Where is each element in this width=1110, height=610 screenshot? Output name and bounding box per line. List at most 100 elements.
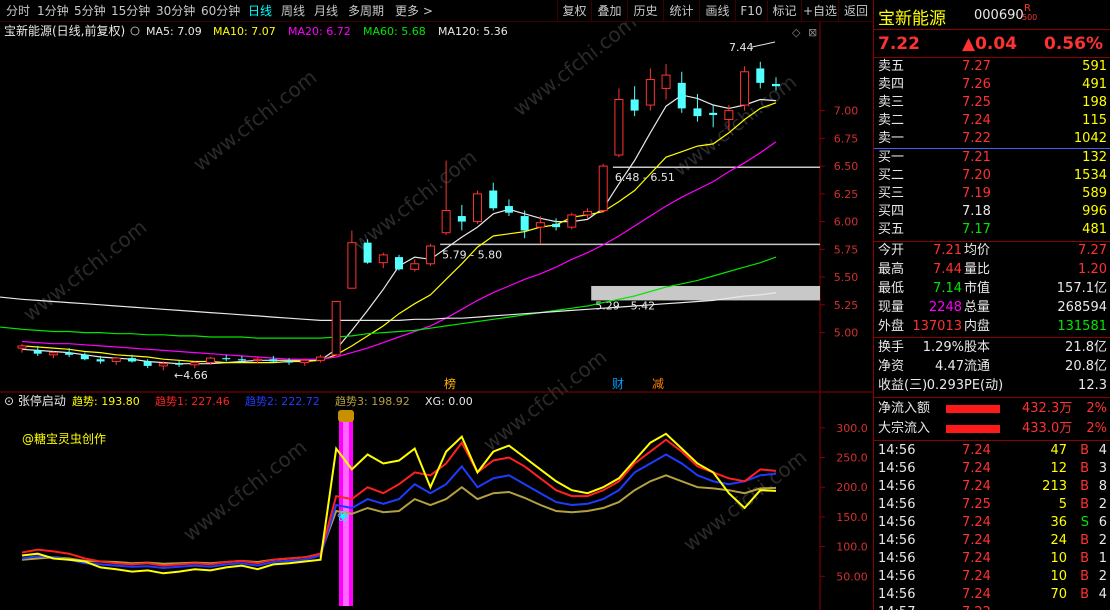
bid-row: 买五 7.17 481 xyxy=(874,221,1110,239)
stat-value: 7.27 xyxy=(1078,243,1107,258)
candle-body-down xyxy=(489,190,498,209)
mark-button[interactable]: 标记 xyxy=(767,0,801,22)
overlay-button[interactable]: 叠加 xyxy=(591,0,627,22)
author-credit: @糖宝灵虫创作 xyxy=(22,431,106,446)
flow-label: 大宗流入 xyxy=(878,421,931,436)
indicator-tick-label: 200.0 xyxy=(836,481,868,494)
event-finance-badge[interactable]: 财 xyxy=(612,377,624,391)
stat-row: 今开 7.21 均价 7.27 xyxy=(874,242,1110,260)
candle-body-down xyxy=(552,223,561,228)
add-watchlist-button[interactable]: +自选 xyxy=(801,0,838,22)
stat-label: 外盘 xyxy=(878,319,905,334)
stat-value: 7.44 xyxy=(933,262,962,277)
price-tick-label: 5.00 xyxy=(834,327,859,340)
price-tick-label: 6.25 xyxy=(834,188,859,201)
candle-body-up xyxy=(567,214,577,228)
divider xyxy=(874,337,1110,338)
watermark-text: www.cfchi.com xyxy=(348,145,481,256)
bid-level-label: 买五 xyxy=(878,222,905,237)
low-price-label: ←4.66 xyxy=(174,369,208,382)
tick-count: 3 xyxy=(1098,461,1107,476)
stat-row: 现量 2248 总量 268594 xyxy=(874,299,1110,317)
event-reduce-badge[interactable]: 减 xyxy=(652,377,664,391)
indicator-line xyxy=(21,438,777,567)
candle-body-up xyxy=(740,71,750,106)
tab-monthly[interactable]: 月线 xyxy=(314,3,338,19)
tick-time: 14:56 xyxy=(878,551,916,566)
tab-intraday[interactable]: 分时 xyxy=(6,3,30,19)
tick-volume: 213 xyxy=(1042,479,1067,494)
ask-row: 卖二 7.24 115 xyxy=(874,112,1110,130)
candle-body-up xyxy=(425,245,435,265)
stats-button[interactable]: 统计 xyxy=(663,0,699,22)
f10-button[interactable]: F10 xyxy=(735,0,767,22)
bid-price: 7.18 xyxy=(962,204,991,219)
tab-5min[interactable]: 5分钟 xyxy=(74,3,106,19)
bid-volume: 132 xyxy=(1082,150,1107,165)
candle-body-up xyxy=(661,74,671,89)
stat-value: 4.47 xyxy=(935,359,964,374)
watermark-text: www.cfchi.com xyxy=(678,445,811,556)
flow-value: 433.0万 xyxy=(1022,421,1073,436)
candle-body-down xyxy=(677,82,686,109)
stat-label: 今开 xyxy=(878,243,905,258)
divider xyxy=(874,397,1110,398)
candle-body-down xyxy=(693,108,702,117)
watermark-text: www.cfchi.com xyxy=(188,65,321,176)
tick-count: 8 xyxy=(1098,479,1107,494)
stock-code: 000690 xyxy=(974,8,1024,23)
stat-value: 268594 xyxy=(1057,300,1107,315)
ask-row: 卖一 7.22 1042 xyxy=(874,130,1110,148)
tab-30min[interactable]: 30分钟 xyxy=(156,3,195,19)
flow-bar xyxy=(946,425,1000,433)
quote-panel: 宝新能源 000690 R 500 7.22 ▲0.04 0.56% 卖五 7.2… xyxy=(873,0,1110,610)
tick-price: 7.24 xyxy=(962,443,991,458)
tick-count: 1 xyxy=(1098,551,1107,566)
bid-volume: 1534 xyxy=(1073,168,1107,183)
adjust-button[interactable]: 复权 xyxy=(557,0,591,22)
candle-body-up xyxy=(206,357,215,364)
ask-row: 卖五 7.27 591 xyxy=(874,58,1110,76)
candle-body-down xyxy=(457,216,466,222)
tab-multi-period[interactable]: 多周期 xyxy=(348,3,384,19)
butterfly-icon: ❀ xyxy=(337,509,349,525)
tab-1min[interactable]: 1分钟 xyxy=(37,3,69,19)
chart-area[interactable]: www.cfchi.comwww.cfchi.comwww.cfchi.comw… xyxy=(0,22,873,610)
event-rank-badge[interactable]: 榜 xyxy=(444,376,456,391)
ask-level-label: 卖三 xyxy=(878,95,905,110)
indicator-tick-label: 250.0 xyxy=(836,452,868,465)
price-tick-label: 6.75 xyxy=(834,132,859,145)
candle-body-up xyxy=(378,254,388,264)
candle-body-down xyxy=(756,68,765,83)
bid-price: 7.21 xyxy=(962,150,991,165)
stat-label: 总量 xyxy=(964,300,991,315)
close-icon[interactable]: ⊠ xyxy=(808,26,817,39)
stock-name: 宝新能源 xyxy=(878,9,946,29)
ask-level-label: 卖一 xyxy=(878,131,905,146)
history-button[interactable]: 历史 xyxy=(627,0,663,22)
candle-body-down xyxy=(143,361,152,366)
stat-label: 换手 xyxy=(878,340,905,355)
candle-body-up xyxy=(535,222,545,228)
settings-icon[interactable] xyxy=(130,26,140,36)
tick-side: B xyxy=(1080,551,1089,566)
tab-daily[interactable]: 日线 xyxy=(248,3,272,19)
candle-body-down xyxy=(269,359,278,362)
tab-more[interactable]: 更多 > xyxy=(395,3,433,19)
ask-price: 7.24 xyxy=(962,113,991,128)
tick-count: 2 xyxy=(1098,497,1107,512)
tab-60min[interactable]: 60分钟 xyxy=(201,3,240,19)
support-zone-label: 5.79 - 5.80 xyxy=(442,248,502,261)
diamond-icon[interactable]: ◇ xyxy=(792,26,801,39)
candle-body-down xyxy=(222,358,231,360)
ma10-label: MA10: 7.07 xyxy=(213,25,276,38)
tab-weekly[interactable]: 周线 xyxy=(281,3,305,19)
stat-value: 21.8亿 xyxy=(1065,340,1107,355)
bid-row: 买四 7.18 996 xyxy=(874,203,1110,221)
draw-button[interactable]: 画线 xyxy=(699,0,735,22)
flow-value: 432.3万 xyxy=(1022,401,1073,416)
candle-body-down xyxy=(175,363,184,365)
back-button[interactable]: 返回 xyxy=(838,0,873,22)
high-price-label: 7.44 xyxy=(729,41,754,54)
tab-15min[interactable]: 15分钟 xyxy=(111,3,150,19)
